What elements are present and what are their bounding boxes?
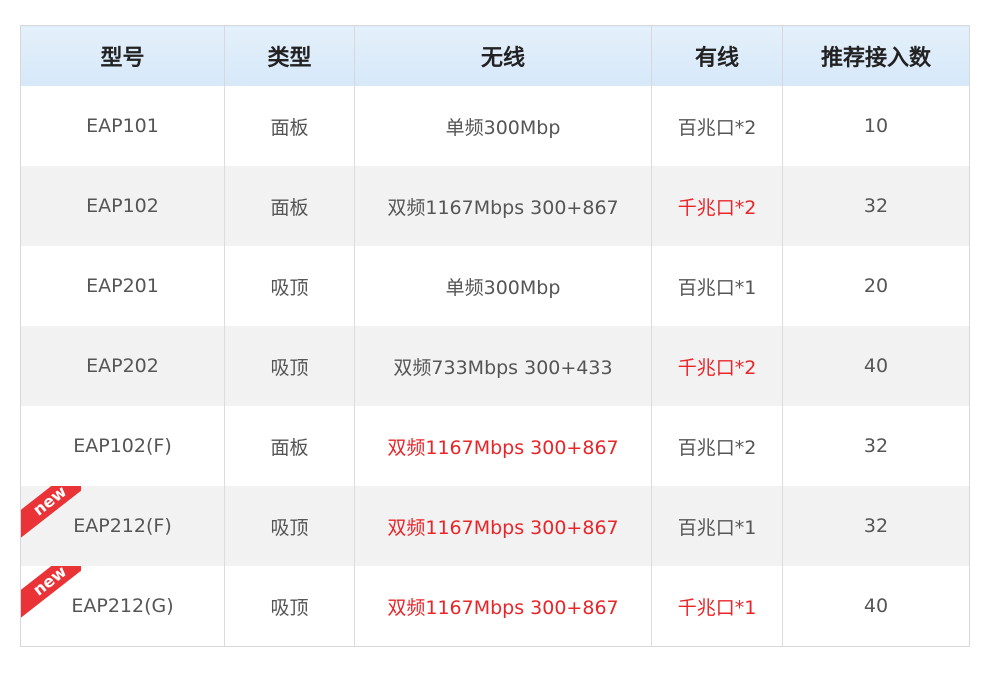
cell-wired: 千兆口*2 — [651, 166, 783, 246]
cell-model-text: EAP102 — [86, 195, 159, 217]
cell-wired: 千兆口*1 — [651, 566, 783, 647]
table-row: EAP101 面板 单频300Mbp 百兆口*2 10 — [20, 86, 970, 166]
cell-wireless: 单频300Mbp — [354, 86, 652, 166]
table-row: new EAP212(G) 吸顶 双频1167Mbps 300+867 千兆口*… — [20, 566, 970, 647]
header-type: 类型 — [224, 25, 355, 86]
cell-recommended: 40 — [782, 326, 970, 406]
header-recommended: 推荐接入数 — [782, 25, 970, 86]
cell-wireless: 双频733Mbps 300+433 — [354, 326, 652, 406]
cell-model-text: EAP202 — [86, 355, 159, 377]
spec-table-container: 型号 类型 无线 有线 推荐接入数 EAP101 面板 单频300Mbp 百兆口… — [20, 25, 970, 647]
table-row: EAP202 吸顶 双频733Mbps 300+433 千兆口*2 40 — [20, 326, 970, 406]
table-row: EAP102(F) 面板 双频1167Mbps 300+867 百兆口*2 32 — [20, 406, 970, 486]
cell-type: 面板 — [224, 406, 355, 486]
cell-model: EAP202 — [20, 326, 225, 406]
cell-wireless: 单频300Mbp — [354, 246, 652, 326]
table-body: EAP101 面板 单频300Mbp 百兆口*2 10 EAP102 面板 双频… — [20, 86, 970, 647]
cell-model: EAP201 — [20, 246, 225, 326]
cell-recommended: 10 — [782, 86, 970, 166]
new-badge: new — [21, 486, 81, 538]
table-row: EAP102 面板 双频1167Mbps 300+867 千兆口*2 32 — [20, 166, 970, 246]
cell-model-text: EAP212(G) — [71, 595, 174, 617]
cell-recommended: 20 — [782, 246, 970, 326]
cell-wired: 百兆口*1 — [651, 486, 783, 566]
cell-model-text: EAP201 — [86, 275, 159, 297]
cell-wired: 百兆口*2 — [651, 86, 783, 166]
new-badge: new — [21, 566, 81, 618]
header-model: 型号 — [20, 25, 225, 86]
cell-model: new EAP212(F) — [20, 486, 225, 566]
cell-type: 吸顶 — [224, 486, 355, 566]
cell-recommended: 32 — [782, 486, 970, 566]
cell-wireless: 双频1167Mbps 300+867 — [354, 486, 652, 566]
table-row: new EAP212(F) 吸顶 双频1167Mbps 300+867 百兆口*… — [20, 486, 970, 566]
cell-type: 吸顶 — [224, 326, 355, 406]
cell-wireless: 双频1167Mbps 300+867 — [354, 566, 652, 647]
header-row: 型号 类型 无线 有线 推荐接入数 — [20, 25, 970, 86]
cell-wireless: 双频1167Mbps 300+867 — [354, 166, 652, 246]
new-badge-label: new — [21, 486, 81, 538]
cell-type: 吸顶 — [224, 566, 355, 647]
cell-wired: 千兆口*2 — [651, 326, 783, 406]
table-header: 型号 类型 无线 有线 推荐接入数 — [20, 25, 970, 86]
header-wired: 有线 — [651, 25, 783, 86]
cell-type: 面板 — [224, 166, 355, 246]
cell-model-text: EAP102(F) — [73, 435, 172, 457]
cell-model: EAP102 — [20, 166, 225, 246]
cell-wired: 百兆口*1 — [651, 246, 783, 326]
cell-recommended: 32 — [782, 406, 970, 486]
cell-model: new EAP212(G) — [20, 566, 225, 647]
cell-recommended: 32 — [782, 166, 970, 246]
cell-wired: 百兆口*2 — [651, 406, 783, 486]
product-spec-table: 型号 类型 无线 有线 推荐接入数 EAP101 面板 单频300Mbp 百兆口… — [20, 25, 970, 647]
cell-model: EAP102(F) — [20, 406, 225, 486]
cell-model-text: EAP212(F) — [73, 515, 172, 537]
cell-wireless: 双频1167Mbps 300+867 — [354, 406, 652, 486]
cell-model: EAP101 — [20, 86, 225, 166]
header-wireless: 无线 — [354, 25, 652, 86]
table-row: EAP201 吸顶 单频300Mbp 百兆口*1 20 — [20, 246, 970, 326]
cell-model-text: EAP101 — [86, 115, 159, 137]
cell-type: 吸顶 — [224, 246, 355, 326]
cell-recommended: 40 — [782, 566, 970, 647]
cell-type: 面板 — [224, 86, 355, 166]
new-badge-label: new — [21, 566, 81, 618]
